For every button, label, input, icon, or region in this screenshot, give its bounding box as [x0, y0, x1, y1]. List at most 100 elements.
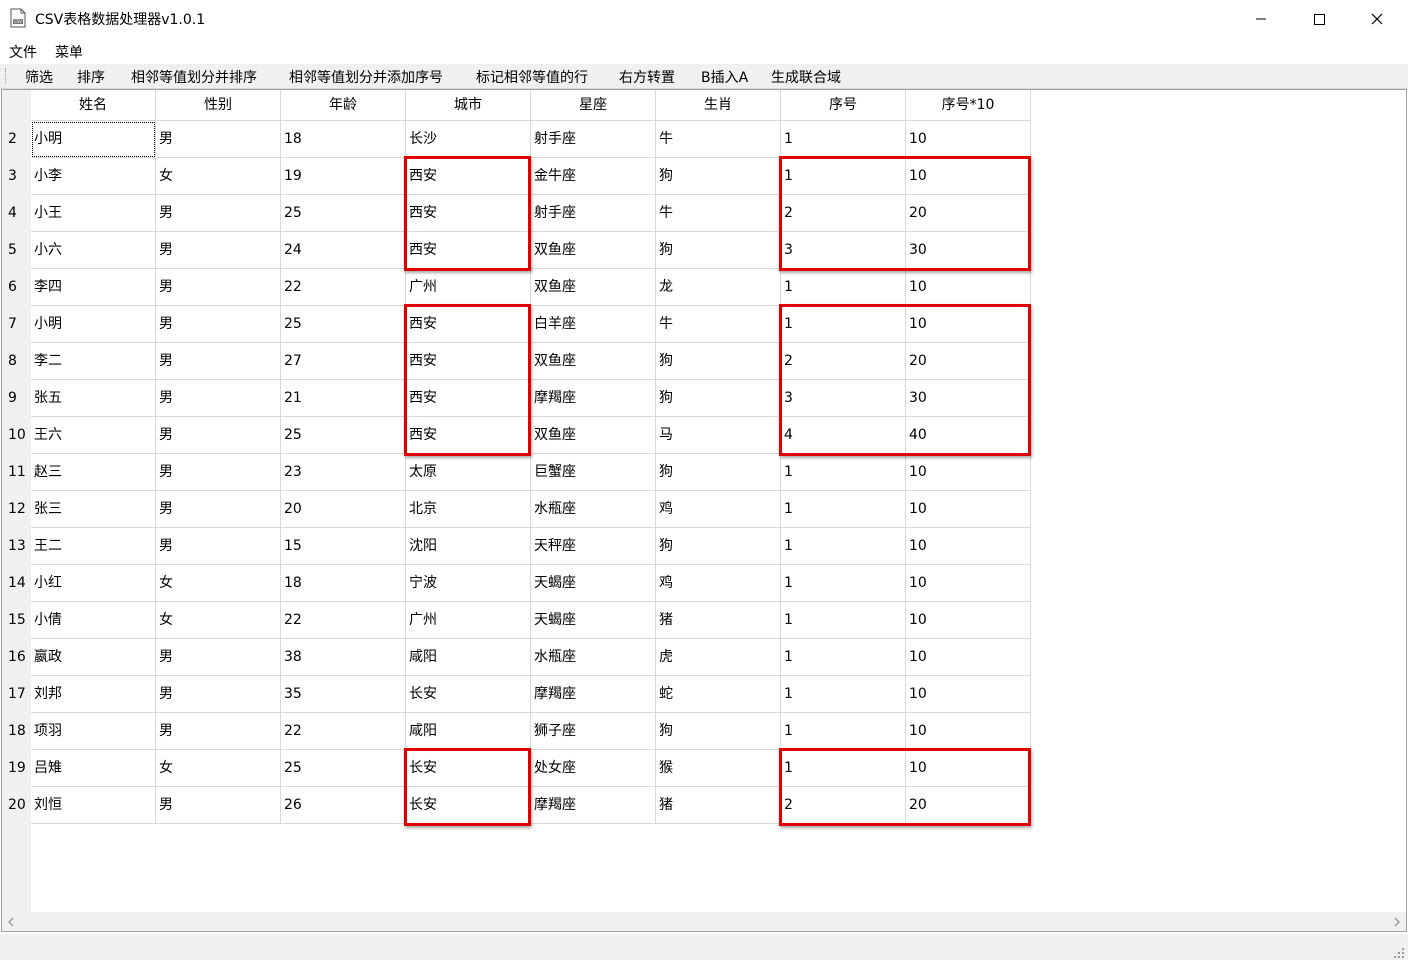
table-cell[interactable]: 鸡	[656, 565, 781, 602]
table-cell[interactable]: 射手座	[531, 121, 656, 158]
table-cell[interactable]: 双鱼座	[531, 417, 656, 454]
table-cell[interactable]: 女	[156, 750, 281, 787]
table-row[interactable]: 6 李四男 22 广州 双鱼座龙 1 10	[2, 269, 1031, 306]
row-number[interactable]: 16	[2, 639, 31, 676]
table-cell[interactable]: 10	[906, 454, 1031, 491]
table-cell[interactable]: 李二	[31, 343, 156, 380]
table-cell[interactable]: 3	[781, 232, 906, 269]
column-header[interactable]: 序号*10	[906, 90, 1031, 121]
filter-button[interactable]: 筛选	[25, 67, 53, 87]
table-cell[interactable]: 猪	[656, 787, 781, 824]
transpose-right-button[interactable]: 右方转置	[619, 67, 675, 87]
table-cell[interactable]: 刘邦	[31, 676, 156, 713]
table-cell[interactable]: 1	[781, 306, 906, 343]
table-cell[interactable]: 双鱼座	[531, 232, 656, 269]
table-cell[interactable]: 北京	[406, 491, 531, 528]
table-row[interactable]: 4 小王男 25 西安 射手座牛 2 20	[2, 195, 1031, 232]
table-cell[interactable]: 10	[906, 158, 1031, 195]
table-cell[interactable]: 小李	[31, 158, 156, 195]
table-cell[interactable]: 男	[156, 713, 281, 750]
table-cell[interactable]: 24	[281, 232, 406, 269]
table-cell[interactable]: 18	[281, 565, 406, 602]
table-cell[interactable]: 处女座	[531, 750, 656, 787]
table-row[interactable]: 3 小李女 19 西安 金牛座狗 1 10	[2, 158, 1031, 195]
table-cell[interactable]: 22	[281, 269, 406, 306]
table-cell[interactable]: 23	[281, 454, 406, 491]
table-row[interactable]: 8 李二男 27 西安 双鱼座狗 2 20	[2, 343, 1031, 380]
table-cell[interactable]: 李四	[31, 269, 156, 306]
table-cell[interactable]: 王二	[31, 528, 156, 565]
table-cell[interactable]: 25	[281, 306, 406, 343]
table-cell[interactable]: 太原	[406, 454, 531, 491]
table-cell[interactable]: 40	[906, 417, 1031, 454]
table-cell[interactable]: 10	[906, 713, 1031, 750]
table-cell[interactable]: 水瓶座	[531, 491, 656, 528]
table-cell[interactable]: 25	[281, 195, 406, 232]
table-cell[interactable]: 38	[281, 639, 406, 676]
table-cell[interactable]: 男	[156, 491, 281, 528]
column-header[interactable]: 姓名	[31, 90, 156, 121]
table-cell[interactable]: 25	[281, 417, 406, 454]
table-cell[interactable]: 男	[156, 121, 281, 158]
row-number[interactable]: 4	[2, 195, 31, 232]
table-cell[interactable]: 咸阳	[406, 713, 531, 750]
table-cell[interactable]: 1	[781, 121, 906, 158]
table-cell[interactable]: 虎	[656, 639, 781, 676]
insert-b-into-a-button[interactable]: B插入A	[701, 67, 748, 87]
table-cell[interactable]: 18	[281, 121, 406, 158]
scroll-right-arrow-icon[interactable]	[1388, 912, 1406, 931]
table-cell[interactable]: 小六	[31, 232, 156, 269]
mark-adjacent-rows-button[interactable]: 标记相邻等值的行	[476, 67, 588, 87]
row-number[interactable]: 17	[2, 676, 31, 713]
table-cell[interactable]: 天蝎座	[531, 565, 656, 602]
table-cell[interactable]: 3	[781, 380, 906, 417]
row-number[interactable]: 7	[2, 306, 31, 343]
table-cell[interactable]: 10	[906, 639, 1031, 676]
table-cell[interactable]: 咸阳	[406, 639, 531, 676]
table-cell[interactable]: 10	[906, 306, 1031, 343]
table-cell[interactable]: 1	[781, 639, 906, 676]
table-cell[interactable]: 小明	[31, 306, 156, 343]
table-row[interactable]: 12 张三男 20 北京 水瓶座鸡 1 10	[2, 491, 1031, 528]
row-number[interactable]: 14	[2, 565, 31, 602]
table-row[interactable]: 19 吕雉女 25 长安 处女座猴 1 10	[2, 750, 1031, 787]
table-cell[interactable]: 项羽	[31, 713, 156, 750]
row-number[interactable]: 2	[2, 121, 31, 158]
table-cell[interactable]: 1	[781, 454, 906, 491]
table-row[interactable]: 15 小倩女 22 广州 天蝎座猪 1 10	[2, 602, 1031, 639]
column-header[interactable]: 年龄	[281, 90, 406, 121]
generate-union-field-button[interactable]: 生成联合域	[771, 67, 841, 87]
data-grid[interactable]: 姓名 性别 年龄 城市 星座 生肖 序号 序号*10 2 小明男 18 长沙 射手座牛 1 10 3 小李女 1…	[1, 89, 1407, 932]
table-cell[interactable]: 龙	[656, 269, 781, 306]
table-cell[interactable]: 鸡	[656, 491, 781, 528]
table-row[interactable]: 20 刘恒男 26 长安 摩羯座猪 2 20	[2, 787, 1031, 824]
table-cell[interactable]: 巨蟹座	[531, 454, 656, 491]
table-cell[interactable]: 男	[156, 306, 281, 343]
table-cell[interactable]: 35	[281, 676, 406, 713]
table-cell[interactable]: 摩羯座	[531, 676, 656, 713]
table-cell[interactable]: 王六	[31, 417, 156, 454]
table-cell[interactable]: 马	[656, 417, 781, 454]
table-cell[interactable]: 2	[781, 787, 906, 824]
table-cell[interactable]: 长安	[406, 750, 531, 787]
split-sort-button[interactable]: 相邻等值划分并排序	[131, 67, 257, 87]
table-cell[interactable]: 吕雉	[31, 750, 156, 787]
table-cell[interactable]: 男	[156, 269, 281, 306]
table-row[interactable]: 14 小红女 18 宁波 天蝎座鸡 1 10	[2, 565, 1031, 602]
minimize-button[interactable]	[1232, 0, 1290, 38]
table-cell[interactable]: 男	[156, 639, 281, 676]
row-number[interactable]: 6	[2, 269, 31, 306]
split-add-index-button[interactable]: 相邻等值划分并添加序号	[289, 67, 443, 87]
table-cell[interactable]: 男	[156, 195, 281, 232]
row-number[interactable]: 3	[2, 158, 31, 195]
table-cell[interactable]: 10	[906, 269, 1031, 306]
table-cell[interactable]: 男	[156, 417, 281, 454]
table-cell[interactable]: 30	[906, 232, 1031, 269]
table-cell[interactable]: 西安	[406, 232, 531, 269]
table-cell[interactable]: 双鱼座	[531, 343, 656, 380]
table-cell[interactable]: 男	[156, 676, 281, 713]
table-row[interactable]: 5 小六男 24 西安 双鱼座狗 3 30	[2, 232, 1031, 269]
table-cell[interactable]: 10	[906, 676, 1031, 713]
table-cell[interactable]: 广州	[406, 269, 531, 306]
table-cell[interactable]: 猴	[656, 750, 781, 787]
